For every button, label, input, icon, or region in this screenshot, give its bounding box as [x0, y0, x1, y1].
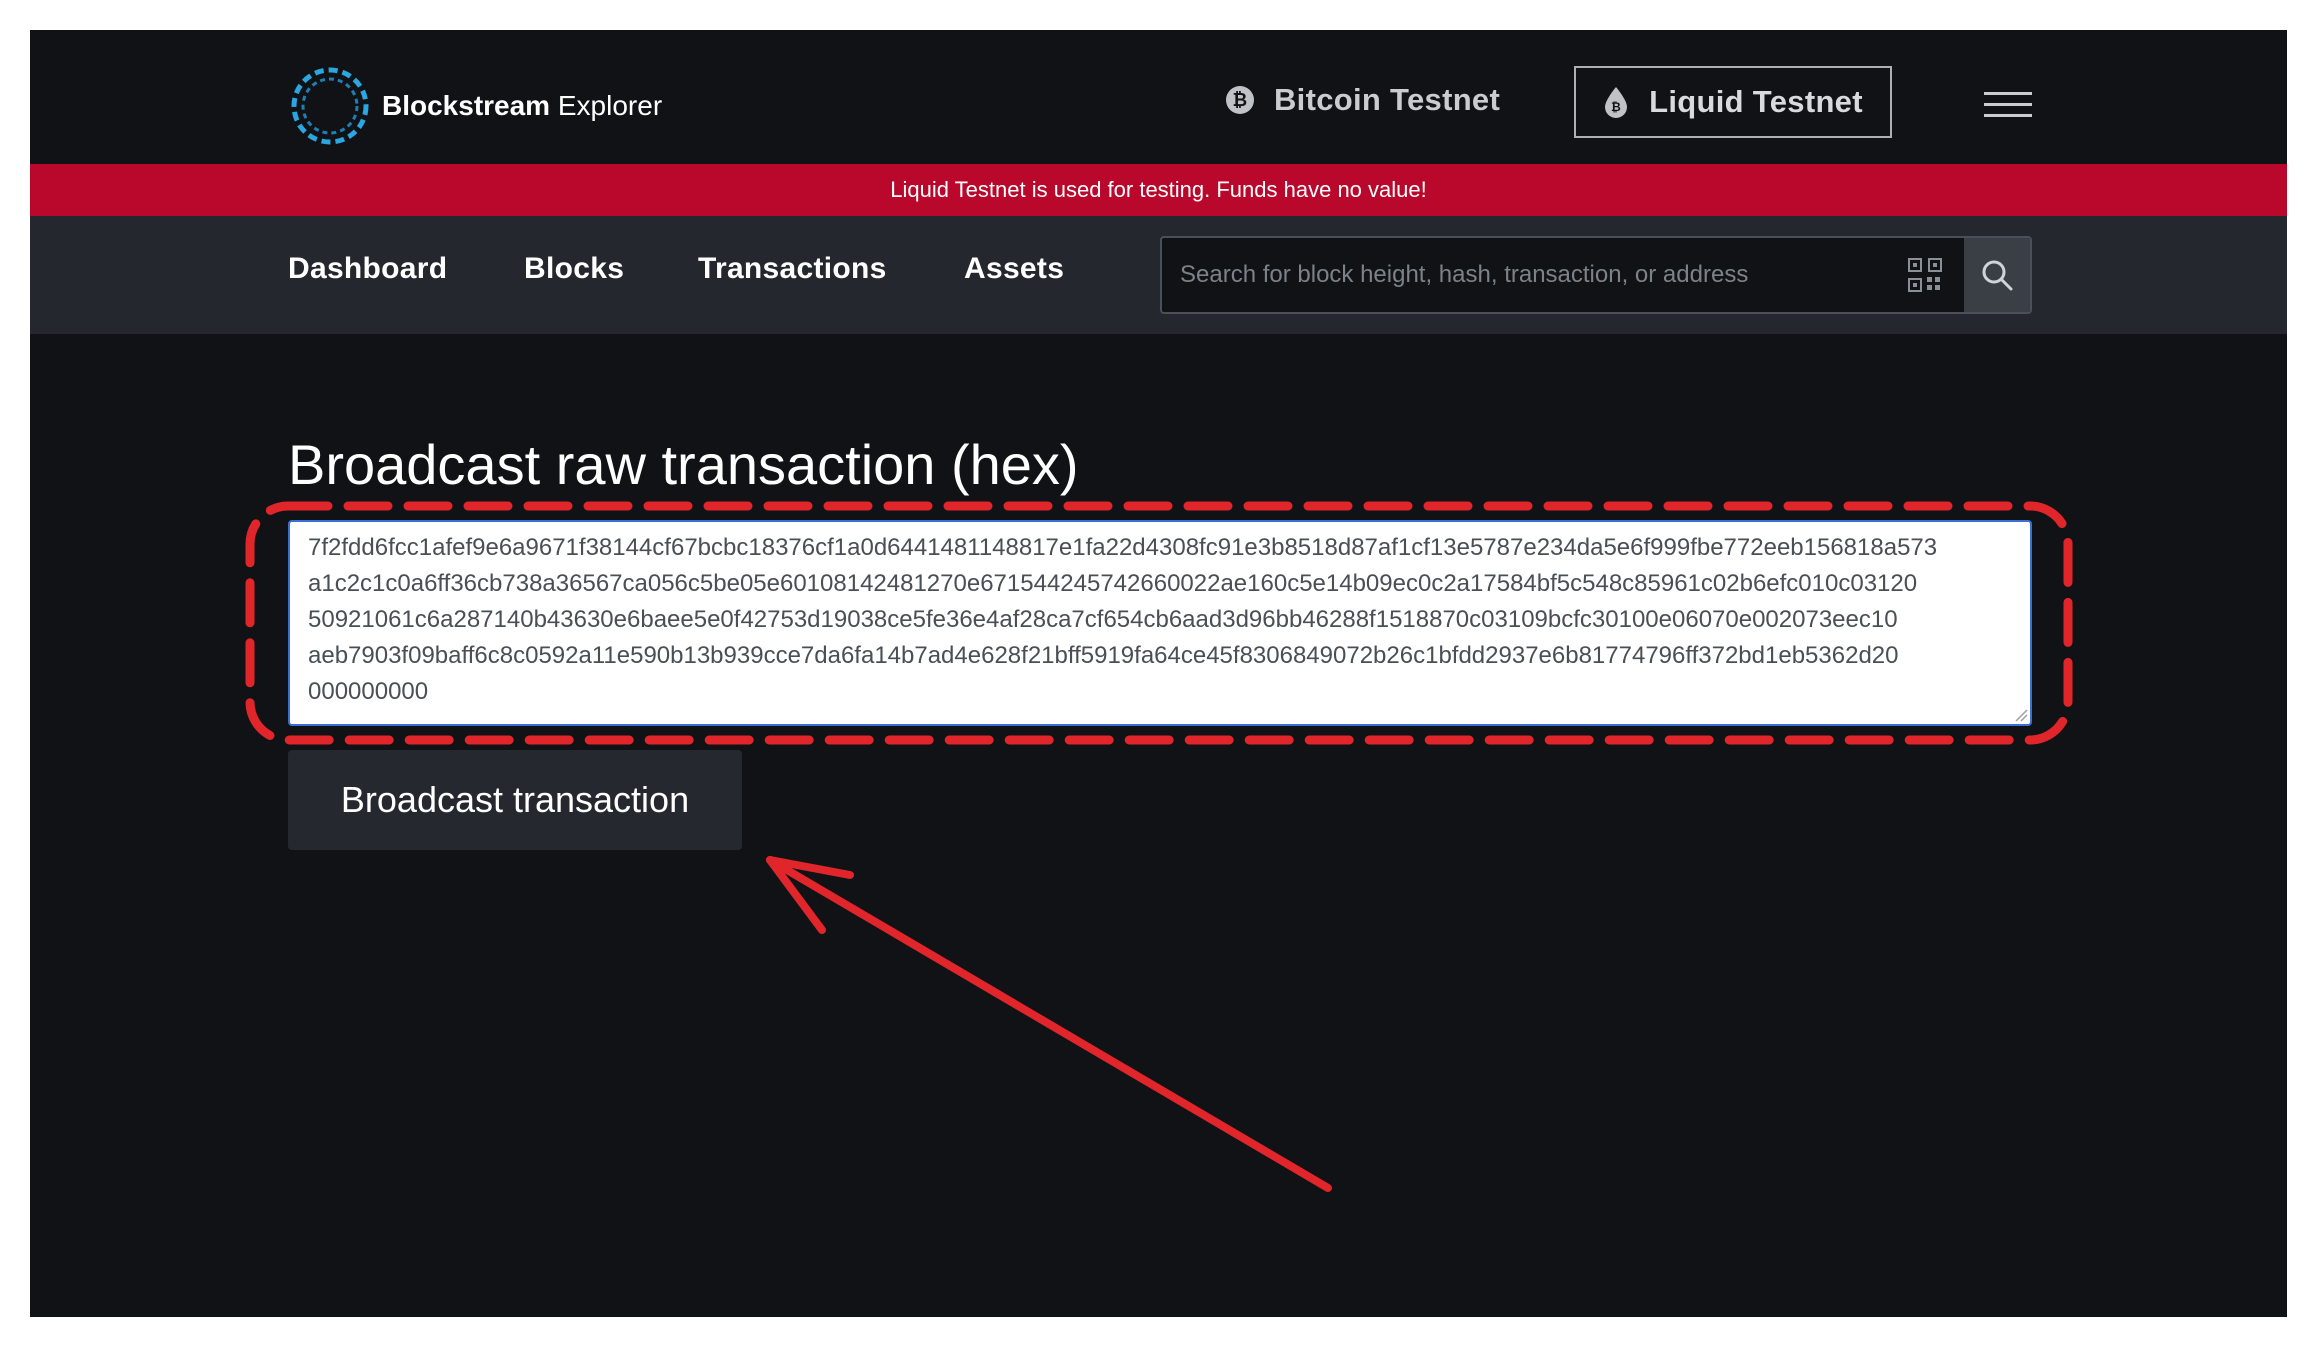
- network-bitcoin-testnet[interactable]: ₿ Bitcoin Testnet: [1226, 82, 1500, 118]
- nav-dashboard[interactable]: Dashboard: [288, 252, 447, 286]
- logo-text: Blockstream Explorer: [382, 90, 663, 121]
- arrow-icon: [766, 856, 1332, 1192]
- network-liquid-testnet[interactable]: ₿ Liquid Testnet: [1574, 66, 1892, 138]
- nav-blocks[interactable]: Blocks: [524, 252, 624, 286]
- search-bar: [1160, 236, 2032, 314]
- blockstream-logo[interactable]: Blockstream Explorer: [288, 64, 662, 148]
- broadcast-transaction-button[interactable]: Broadcast transaction: [288, 750, 742, 850]
- bitcoin-coin-icon: ₿: [1226, 86, 1254, 114]
- browser-viewport: Blockstream Explorer ₿ Bitcoin Testnet ₿…: [30, 30, 2287, 1317]
- liquid-drop-icon: ₿: [1605, 87, 1628, 118]
- network-label: Bitcoin Testnet: [1274, 82, 1501, 117]
- page-title: Broadcast raw transaction (hex): [288, 433, 1079, 496]
- main-navigation: Dashboard Blocks Transactions Assets: [30, 216, 2287, 334]
- raw-transaction-textarea[interactable]: 39fc03b63712a4e1e64e590cac1bc3a6f6d71aa4…: [288, 520, 2032, 726]
- hamburger-menu-icon[interactable]: [1984, 92, 2032, 122]
- qr-code-icon[interactable]: [1906, 256, 1944, 294]
- search-input[interactable]: [1162, 238, 1902, 312]
- nav-assets[interactable]: Assets: [964, 252, 1064, 286]
- network-label: Liquid Testnet: [1649, 84, 1863, 119]
- hex-content: 39fc03b63712a4e1e64e590cac1bc3a6f6d71aa4…: [308, 522, 1938, 705]
- testnet-warning-banner: Liquid Testnet is used for testing. Fund…: [30, 164, 2287, 216]
- search-icon: [1982, 260, 2013, 291]
- search-button[interactable]: [1964, 238, 2030, 312]
- resize-handle-icon[interactable]: [2014, 708, 2028, 722]
- banner-text: Liquid Testnet is used for testing. Fund…: [890, 177, 1427, 202]
- svg-text:₿: ₿: [1611, 100, 1621, 114]
- top-header: Blockstream Explorer ₿ Bitcoin Testnet ₿…: [30, 30, 2287, 164]
- nav-transactions[interactable]: Transactions: [698, 252, 887, 286]
- blockstream-ring-icon: [291, 67, 369, 145]
